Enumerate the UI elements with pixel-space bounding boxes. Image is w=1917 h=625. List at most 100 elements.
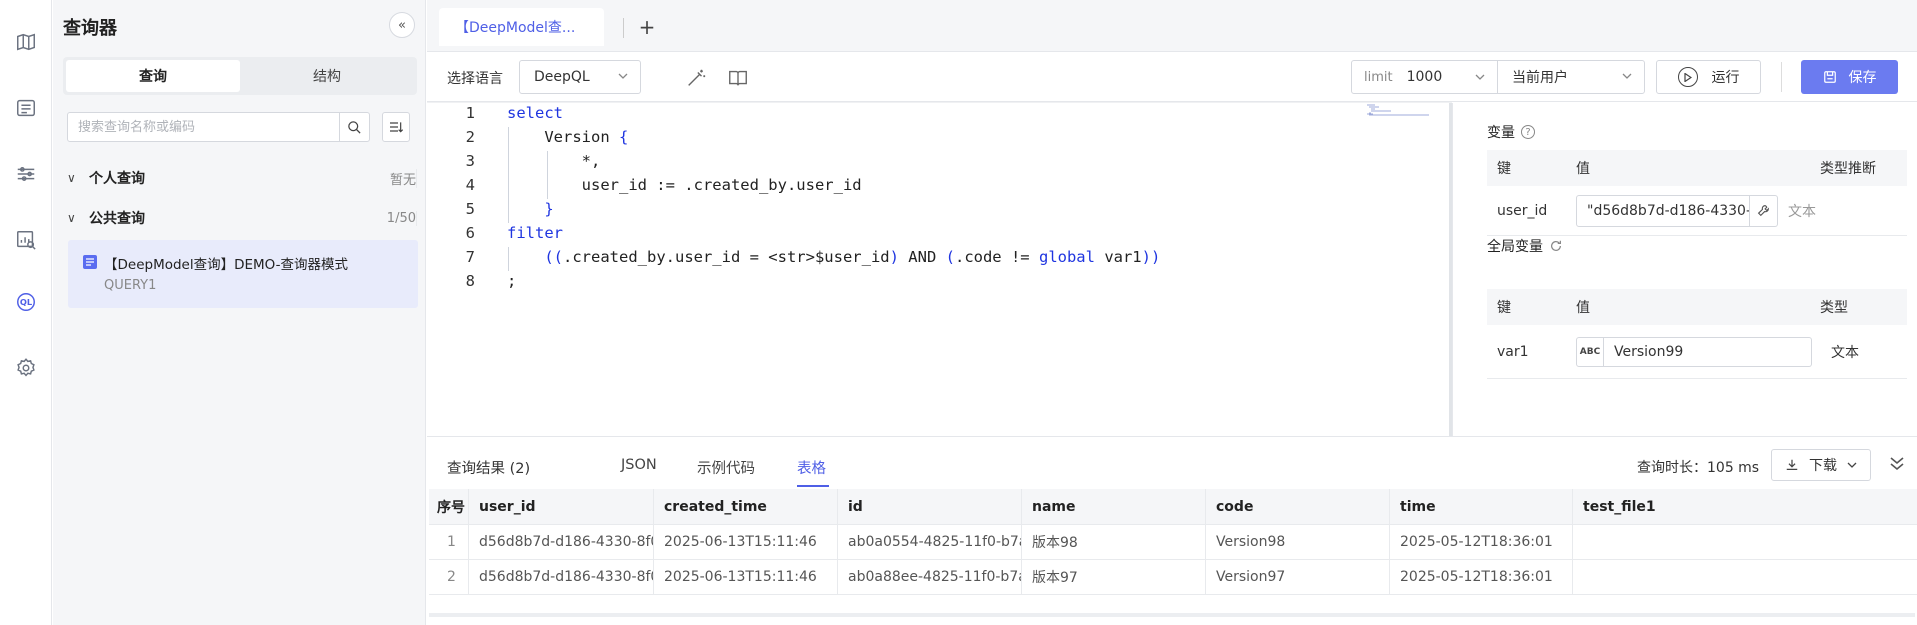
icon-rail: QL	[0, 0, 52, 625]
query-item-title: 【DeepModel查询】DEMO-查询器模式	[104, 257, 349, 273]
results-title: 查询结果 (2)	[447, 461, 531, 477]
variables-title: 变量 ?	[1487, 122, 1535, 142]
column-header[interactable]: created_time	[654, 489, 838, 524]
column-header[interactable]: name	[1022, 489, 1206, 524]
save-button[interactable]: 保存	[1801, 60, 1898, 94]
download-label: 下载	[1809, 458, 1837, 474]
add-tab-button[interactable]: +	[634, 14, 660, 40]
chevron-down-icon	[1847, 462, 1857, 468]
run-label: 运行	[1711, 70, 1740, 86]
query-search-input[interactable]	[68, 113, 339, 141]
tab-json[interactable]: JSON	[621, 457, 657, 473]
language-label: 选择语言	[447, 71, 503, 87]
magic-wand-icon[interactable]	[685, 67, 707, 89]
global-variables-table-header: 键 值 类型	[1487, 289, 1907, 325]
save-label: 保存	[1848, 70, 1877, 86]
user-select[interactable]: 当前用户	[1497, 60, 1645, 94]
run-button[interactable]: 运行	[1656, 60, 1761, 94]
language-select[interactable]: DeepQL	[519, 60, 641, 94]
table-cell: 2025-05-12T18:36:01	[1390, 560, 1573, 594]
group-label: 个人查询	[89, 171, 145, 187]
header-type: 类型推断	[1820, 161, 1876, 177]
table-cell: 2025-05-12T18:36:01	[1390, 525, 1573, 559]
code-minimap	[1367, 104, 1429, 116]
table-cell: 2025-06-13T15:11:46	[654, 525, 838, 559]
code-line-6: filter	[507, 224, 563, 242]
sort-button[interactable]	[382, 112, 410, 142]
global-variable-value-input[interactable]: Version99	[1604, 336, 1812, 367]
variable-type: 文本	[1788, 203, 1816, 220]
group-count: 暂无	[380, 168, 417, 188]
query-file-icon	[83, 255, 97, 269]
code-line-4: user_id := .created_by.user_id	[507, 176, 862, 194]
code-line-2: Version {	[507, 128, 629, 146]
map-icon[interactable]	[14, 30, 38, 54]
table-cell: 2025-06-13T15:11:46	[654, 560, 838, 594]
header-type: 类型	[1820, 300, 1848, 316]
table-row[interactable]: 1 d56d8b7d-d186-4330-8f0d-8b 2025-06-13T…	[429, 525, 1917, 560]
variables-table-header: 键 值 类型推断	[1487, 150, 1907, 186]
query-search-box	[67, 112, 370, 142]
sort-list-icon	[390, 122, 404, 133]
table-row[interactable]: 2 d56d8b7d-d186-4330-8f0d-8b 2025-06-13T…	[429, 560, 1917, 595]
results-horizontal-scrollbar[interactable]	[429, 613, 1915, 617]
header-key: 键	[1497, 161, 1511, 177]
search-button[interactable]	[339, 113, 369, 141]
column-header[interactable]: time	[1390, 489, 1573, 524]
wrench-icon	[1757, 205, 1769, 217]
segment-query[interactable]: 查询	[66, 60, 240, 92]
list-icon[interactable]	[14, 96, 38, 120]
double-chevron-left-icon: «	[398, 17, 406, 33]
variable-value-input[interactable]: "d56d8b7d-d186-4330-8f0c	[1576, 194, 1750, 227]
limit-select[interactable]: limit 1000	[1351, 60, 1498, 94]
book-icon[interactable]	[727, 67, 749, 89]
column-header[interactable]: id	[838, 489, 1022, 524]
limit-key: limit	[1364, 69, 1393, 85]
query-duration: 查询时长：105 ms	[1637, 460, 1760, 476]
refresh-icon[interactable]	[1549, 239, 1563, 253]
sliders-icon[interactable]	[14, 162, 38, 186]
download-button[interactable]: 下载	[1771, 449, 1871, 481]
table-cell: 2	[429, 560, 469, 594]
segment-structure[interactable]: 结构	[240, 60, 414, 92]
query-item-code: QUERY1	[104, 278, 157, 293]
results-header-row: 序号 user_id created_time id name code tim…	[429, 489, 1917, 525]
tab-sample-code[interactable]: 示例代码	[697, 457, 755, 478]
variable-row: user_id "d56d8b7d-d186-4330-8f0c 文本	[1487, 186, 1907, 236]
code-line-1: select	[507, 104, 563, 122]
column-header[interactable]: code	[1206, 489, 1390, 524]
group-count: 1/50	[377, 210, 417, 226]
tab-table[interactable]: 表格	[797, 457, 826, 478]
column-header[interactable]: test_file1	[1573, 489, 1917, 524]
global-variables-table: 键 值 类型 var1 ABC Version99 文本	[1487, 289, 1907, 379]
settings-icon[interactable]	[14, 356, 38, 380]
query-list-item[interactable]: 【DeepModel查询】DEMO-查询器模式 QUERY1	[68, 240, 418, 308]
global-variable-row: var1 ABC Version99 文本	[1487, 325, 1907, 379]
chevron-down-icon	[1475, 74, 1485, 80]
help-icon[interactable]: ?	[1521, 125, 1535, 139]
line-number: 5	[465, 200, 475, 218]
results-panel: 查询结果 (2) JSON 示例代码 表格 查询时长：105 ms 下载 序号 …	[427, 436, 1917, 625]
chart-search-icon[interactable]	[14, 228, 38, 252]
group-personal-queries[interactable]: ∨ 个人查询 暂无	[67, 166, 417, 190]
tab-query[interactable]: 【DeepModel查...	[439, 8, 604, 46]
group-public-queries[interactable]: ∨ 公共查询 1/50	[67, 206, 417, 230]
table-cell: 版本97	[1022, 560, 1206, 594]
line-number: 6	[465, 224, 475, 242]
save-icon	[1823, 71, 1836, 83]
line-number: 3	[465, 152, 475, 170]
column-header[interactable]: 序号	[429, 489, 469, 524]
collapse-sidebar-button[interactable]: «	[389, 12, 415, 38]
line-number: 8	[465, 272, 475, 290]
header-value: 值	[1576, 161, 1590, 177]
table-cell: ab0a88ee-4825-11f0-b7ac-678	[838, 560, 1022, 594]
header-value: 值	[1576, 300, 1590, 316]
collapse-panel-icon[interactable]	[1885, 451, 1909, 475]
query-sidebar: 查询器 « 查询 结构 ∨ 个人查询 暂无 ∨ 公共查询 1/50 【DeepM…	[53, 0, 426, 625]
table-cell: Version97	[1206, 560, 1390, 594]
ql-query-icon[interactable]: QL	[14, 290, 38, 314]
column-header[interactable]: user_id	[469, 489, 654, 524]
code-editor[interactable]: 1 2 3 4 5 6 7 8 select Version { *, user…	[427, 103, 1452, 436]
variable-edit-button[interactable]	[1750, 194, 1778, 227]
group-label: 公共查询	[89, 211, 145, 227]
